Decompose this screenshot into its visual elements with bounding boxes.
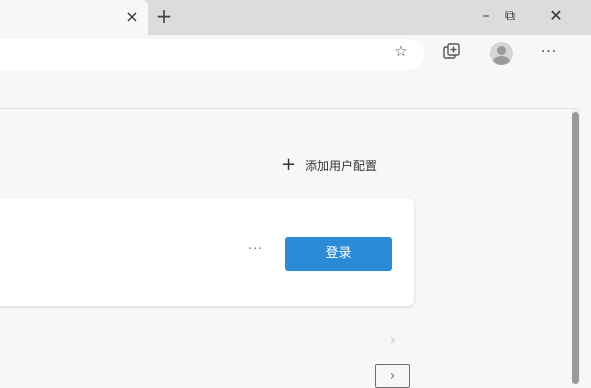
- restore-icon[interactable]: ⧉: [492, 3, 528, 29]
- scrollbar-thumb[interactable]: [572, 112, 579, 384]
- window-close-icon[interactable]: ✕: [538, 3, 574, 29]
- profile-more-icon[interactable]: ···: [248, 242, 268, 258]
- address-bar[interactable]: [0, 39, 424, 70]
- next-button[interactable]: ›: [375, 364, 410, 388]
- active-tab[interactable]: ×: [0, 0, 148, 35]
- tab-strip: × + – ⧉ ✕: [0, 0, 591, 35]
- signin-button[interactable]: 登录: [285, 237, 392, 271]
- chevron-right-icon[interactable]: ›: [386, 331, 400, 349]
- new-tab-icon[interactable]: +: [153, 5, 175, 27]
- tab-close-icon[interactable]: ×: [124, 8, 140, 26]
- add-profile-link[interactable]: + 添加用户配置: [281, 155, 377, 175]
- settings-more-icon[interactable]: ···: [537, 44, 561, 60]
- profile-avatar-icon[interactable]: [490, 42, 513, 65]
- add-profile-label: 添加用户配置: [305, 159, 378, 173]
- favorite-star-icon[interactable]: ☆: [391, 41, 411, 61]
- add-icon: +: [281, 154, 297, 175]
- collections-icon[interactable]: [443, 43, 461, 61]
